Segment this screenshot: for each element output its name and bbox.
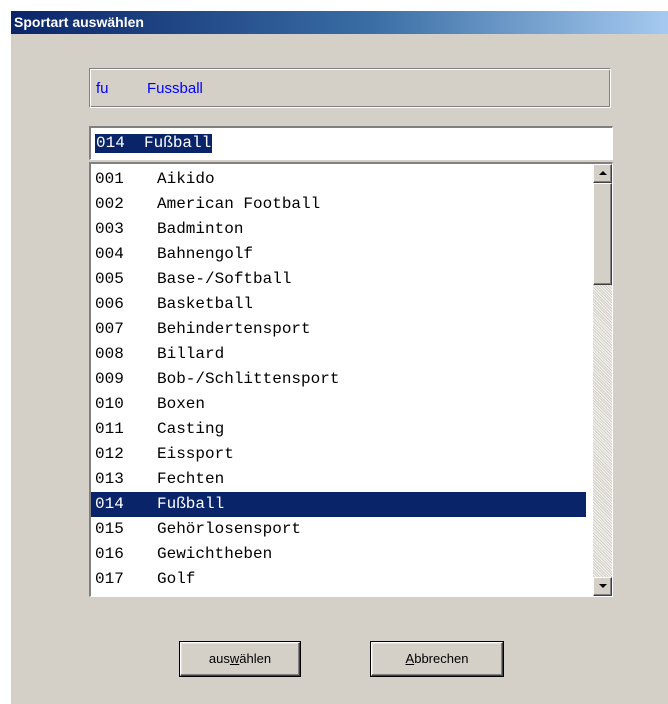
list-item[interactable]: 008 Billard: [91, 342, 586, 367]
list-item-name: American Football: [157, 195, 321, 213]
cancel-button-mnemonic: A: [405, 651, 415, 666]
sport-search-input[interactable]: 014 Fußball: [89, 126, 613, 160]
list-item-name: Aikido: [157, 170, 215, 188]
current-selection-display: fu Fussball: [89, 68, 611, 108]
select-button-mnemonic: w: [229, 651, 240, 666]
list-item[interactable]: 003 Badminton: [91, 217, 586, 242]
list-item[interactable]: 006 Basketball: [91, 292, 586, 317]
list-item-code: 009: [95, 370, 124, 388]
list-item-code: 006: [95, 295, 124, 313]
list-item-code: 012: [95, 445, 124, 463]
current-selection-name: Fussball: [147, 80, 203, 97]
list-item-code: 005: [95, 270, 124, 288]
list-item-name: Behindertensport: [157, 320, 311, 338]
list-item-name: Eissport: [157, 445, 234, 463]
list-item-code: 003: [95, 220, 124, 238]
list-item[interactable]: 007 Behindertensport: [91, 317, 586, 342]
list-item-code: 008: [95, 345, 124, 363]
list-item-code: 015: [95, 520, 124, 538]
arrow-up-icon: [599, 171, 607, 175]
cancel-button-label-post: bbrechen: [414, 651, 469, 666]
list-item-code: 014: [95, 495, 124, 513]
list-item-code: 002: [95, 195, 124, 213]
sport-search-input-value: 014 Fußball: [95, 134, 213, 153]
list-item-name: Gewichtheben: [157, 545, 273, 563]
select-button-label-pre: aus: [208, 651, 230, 666]
list-item-code: 004: [95, 245, 124, 263]
list-item-code: 010: [95, 395, 124, 413]
select-sport-dialog: Sportart auswählen fu Fussball 014 Fußba…: [10, 10, 668, 704]
list-item-name: Basketball: [157, 295, 254, 313]
vertical-scrollbar[interactable]: [593, 164, 612, 596]
list-item[interactable]: 010 Boxen: [91, 392, 586, 417]
list-item-name: Billard: [157, 345, 225, 363]
list-item-name: Base-/Softball: [157, 270, 292, 288]
sport-listbox[interactable]: 001 Aikido 002 American Football 003 Badminto…: [89, 162, 613, 597]
list-item-name: Golf: [157, 570, 196, 588]
list-item[interactable]: 009 Bob-/Schlittensport: [91, 367, 586, 392]
list-item-code: 016: [95, 545, 124, 563]
list-item[interactable]: 016 Gewichtheben: [91, 542, 586, 567]
scrollbar-thumb[interactable]: [593, 183, 612, 285]
select-button-label-post: ählen: [239, 651, 272, 666]
list-item-name: Casting: [157, 420, 225, 438]
current-selection-code: fu: [96, 80, 109, 97]
list-item-code: 011: [95, 420, 124, 438]
list-item-name: Bob-/Schlittensport: [157, 370, 340, 388]
list-item[interactable]: 005 Base-/Softball: [91, 267, 586, 292]
cancel-button[interactable]: Abbrechen: [371, 642, 503, 676]
list-item[interactable]: 014 Fußball: [91, 492, 586, 517]
list-item-name: Fechten: [157, 470, 225, 488]
list-item[interactable]: 012 Eissport: [91, 442, 586, 467]
list-item[interactable]: 015 Gehörlosensport: [91, 517, 586, 542]
list-item-code: 001: [95, 170, 124, 188]
list-item[interactable]: 013 Fechten: [91, 467, 586, 492]
list-item-name: Gehörlosensport: [157, 520, 302, 538]
scroll-up-button[interactable]: [593, 164, 612, 183]
list-item-name: Boxen: [157, 395, 206, 413]
list-item-name: Badminton: [157, 220, 244, 238]
list-item-name: Bahnengolf: [157, 245, 254, 263]
select-button[interactable]: auswählen: [180, 642, 300, 676]
list-item-code: 017: [95, 570, 124, 588]
scroll-down-button[interactable]: [593, 577, 612, 596]
list-item-code: 013: [95, 470, 124, 488]
window-title: Sportart auswählen: [11, 11, 668, 34]
list-item[interactable]: 002 American Football: [91, 192, 586, 217]
sport-list-rows: 001 Aikido 002 American Football 003 Badminto…: [91, 167, 586, 592]
list-item[interactable]: 004 Bahnengolf: [91, 242, 586, 267]
list-item-name: Fußball: [157, 495, 225, 513]
arrow-down-icon: [599, 584, 607, 588]
list-item[interactable]: 001 Aikido: [91, 167, 586, 192]
list-item-code: 007: [95, 320, 124, 338]
list-item[interactable]: 011 Casting: [91, 417, 586, 442]
list-item[interactable]: 017 Golf: [91, 567, 586, 592]
